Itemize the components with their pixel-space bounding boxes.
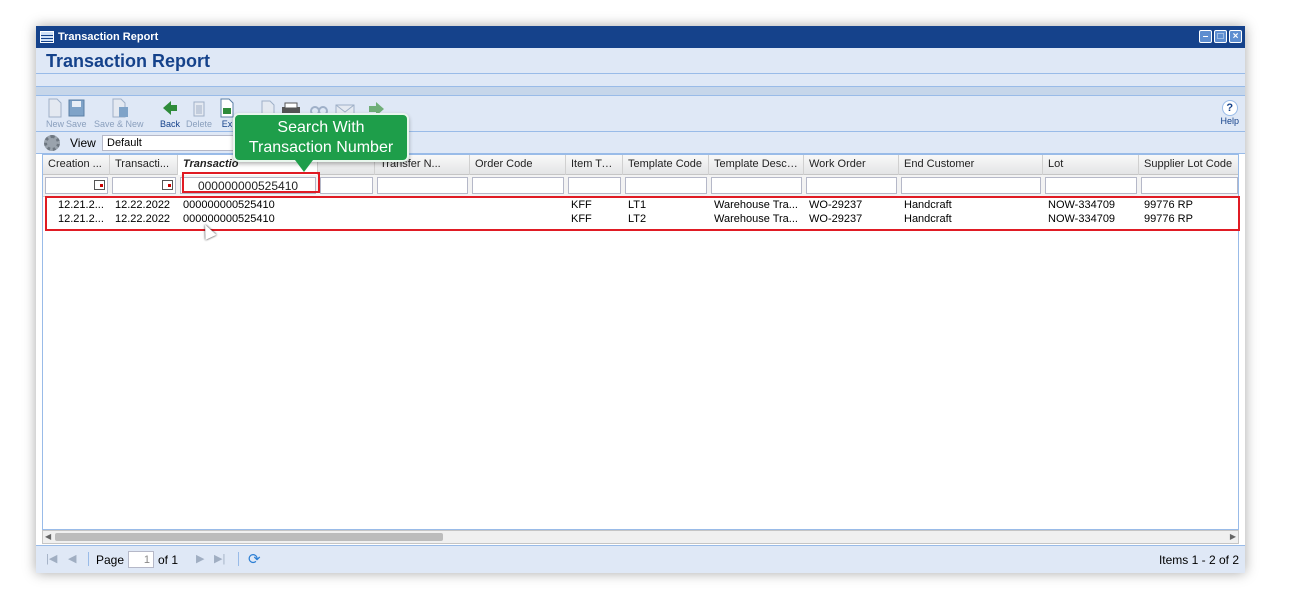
end-customer-filter[interactable] (901, 177, 1041, 194)
column-header-end-customer[interactable]: End Customer (899, 155, 1043, 175)
template-code-filter[interactable] (625, 177, 707, 194)
page-count: of 1 (158, 553, 179, 567)
item-type-filter[interactable] (568, 177, 621, 194)
column-header-item-type[interactable]: Item Type (566, 155, 623, 175)
header-band-divider (36, 86, 1245, 96)
template-description-filter[interactable] (711, 177, 802, 194)
pager-divider (88, 552, 89, 566)
delete-button[interactable]: Delete (186, 98, 212, 129)
trash-icon (193, 101, 205, 117)
page-title: Transaction Report (46, 51, 211, 71)
next-page-icon[interactable]: ▶ (196, 552, 204, 565)
transaction-date-filter[interactable] (112, 177, 176, 194)
order-code-filter[interactable] (472, 177, 564, 194)
work-order-filter[interactable] (806, 177, 897, 194)
minimize-icon[interactable]: – (1199, 30, 1212, 43)
column-header-work-order[interactable]: Work Order (804, 155, 899, 175)
search-callout: Search With Transaction Number (233, 113, 409, 172)
save-button[interactable]: Save (66, 98, 87, 129)
column-header-template-code[interactable]: Template Code (623, 155, 709, 175)
scroll-right-icon[interactable]: ▶ (1230, 531, 1236, 543)
callout-line-2: Transaction Number (248, 139, 394, 156)
help-icon: ? (1221, 100, 1238, 116)
last-page-icon[interactable]: ▶| (214, 552, 225, 565)
scroll-left-icon[interactable]: ◀ (45, 531, 51, 543)
gear-icon[interactable] (44, 135, 60, 151)
first-page-icon[interactable]: |◀ (46, 552, 57, 565)
transaction-report-window: Transaction Report – □ × Transaction Rep… (36, 26, 1245, 573)
window-titlebar: Transaction Report – □ × (36, 26, 1245, 48)
calendar-icon[interactable] (94, 180, 105, 190)
transfer-number-filter[interactable] (377, 177, 468, 194)
page-heading: Transaction Report (36, 48, 1245, 74)
toolbar: New Save Save & New Back Delete Ex ? Hel… (36, 96, 1245, 132)
lot-filter[interactable] (1045, 177, 1137, 194)
refresh-icon[interactable]: ⟳ (248, 550, 261, 568)
view-label: View (70, 136, 96, 150)
view-bar: View Default (36, 132, 1245, 154)
maximize-icon[interactable]: □ (1214, 30, 1227, 43)
previous-page-icon[interactable]: ◀ (68, 552, 76, 565)
pagination-bar: |◀ ◀ Page 1 of 1 ▶ ▶| ⟳ Items 1 - 2 of 2 (36, 545, 1245, 573)
grid-icon (40, 31, 54, 43)
scrollbar-thumb[interactable] (55, 533, 443, 541)
callout-line-1: Search With (277, 119, 365, 136)
pager-divider (238, 552, 239, 566)
result-rows-highlight (45, 196, 1240, 231)
new-document-icon (48, 98, 62, 118)
save-new-button[interactable]: Save & New (94, 98, 144, 129)
supplier-lot-code-filter[interactable] (1141, 177, 1238, 194)
new-button[interactable]: New (46, 98, 64, 129)
help-button[interactable]: ? Help (1220, 100, 1239, 126)
search-field-highlight (182, 172, 320, 193)
creation-date-filter[interactable] (45, 177, 108, 194)
floppy-disk-icon (68, 99, 85, 117)
page-number-input[interactable]: 1 (128, 551, 154, 568)
close-icon[interactable]: × (1229, 30, 1242, 43)
back-button[interactable]: Back (160, 98, 180, 129)
page-label: Page (96, 553, 125, 567)
column-header-transaction-date[interactable]: Transacti... (110, 155, 178, 175)
window-title: Transaction Report (58, 31, 159, 43)
calendar-icon[interactable] (162, 180, 173, 190)
horizontal-scrollbar[interactable]: ◀ ▶ (42, 530, 1239, 544)
column-header-order-code[interactable]: Order Code (470, 155, 566, 175)
header-band (36, 74, 1245, 86)
column-header-creation[interactable]: Creation ... (43, 155, 110, 175)
back-arrow-icon (163, 101, 177, 115)
column-filter[interactable] (320, 177, 373, 194)
column-header-supplier-lot-code[interactable]: Supplier Lot Code (1139, 155, 1238, 175)
column-header-template-description[interactable]: Template Descr... (709, 155, 804, 175)
column-header-lot[interactable]: Lot (1043, 155, 1139, 175)
save-new-icon (112, 98, 128, 118)
items-count: Items 1 - 2 of 2 (1158, 553, 1239, 567)
